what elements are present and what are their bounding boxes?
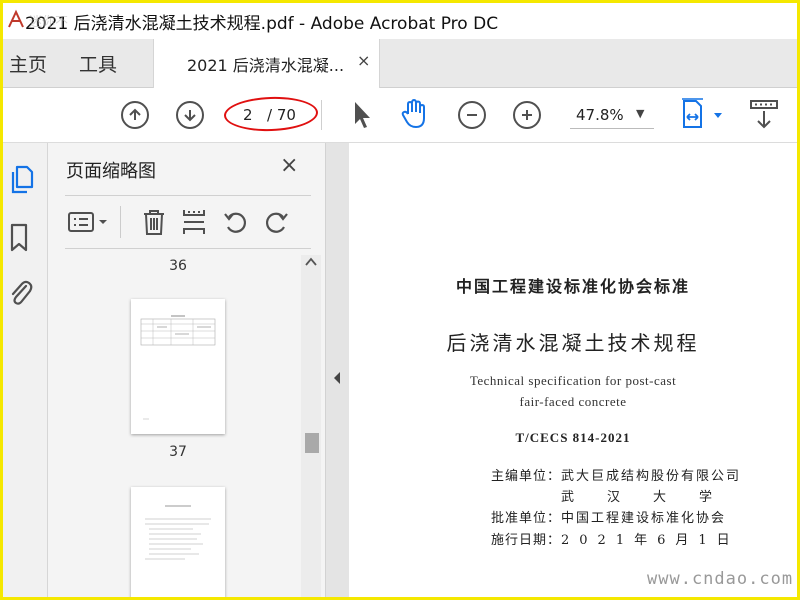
rotate-ccw-icon xyxy=(224,212,247,233)
tab-tools[interactable]: 工具 xyxy=(79,50,117,77)
plus-icon xyxy=(522,110,532,120)
panel-toolbar-divider xyxy=(120,206,121,238)
thumbnail-preview xyxy=(145,505,211,560)
approver-row: 批准单位：中国工程建设标准化协会 xyxy=(491,507,726,526)
thumbnail-options-button[interactable] xyxy=(67,208,113,236)
document-title: 后浇清水混凝土技术规程 xyxy=(446,331,700,355)
approver-label: 批准单位： xyxy=(491,511,562,526)
hand-icon xyxy=(401,99,425,128)
rotate-left-button[interactable] xyxy=(222,208,250,236)
trash-icon xyxy=(144,210,164,235)
insert-page-icon xyxy=(183,210,205,234)
delete-pages-button[interactable] xyxy=(140,208,168,236)
total-pages: / 70 xyxy=(267,106,296,124)
document-english-title-line2: fair-faced concrete xyxy=(519,394,627,409)
window-title: 2021 后浇清水混凝土技术规程.pdf - Adobe Acrobat Pro… xyxy=(25,14,499,34)
watermark-bottom-right: www.cndao.com xyxy=(647,569,794,589)
zoom-value: 47.8% xyxy=(576,106,624,124)
tab-home[interactable]: 主页 xyxy=(9,50,47,77)
acrobat-window: 2021 后浇清水混凝土技术规程.pdf - Adobe Acrobat Pro… xyxy=(3,3,797,597)
rotate-right-button[interactable] xyxy=(262,208,290,236)
thumbnails-toolbar xyxy=(65,195,311,249)
fit-page-button[interactable] xyxy=(681,97,725,135)
insert-pages-button[interactable] xyxy=(180,208,208,236)
copy-pages-icon xyxy=(11,165,34,194)
approver-value: 中国工程建设标准化协会 xyxy=(561,511,727,526)
tab-document-label: 2021 后浇清水混凝... xyxy=(187,56,345,75)
fit-width-icon xyxy=(682,98,722,128)
page-label-37: 37 xyxy=(169,444,187,460)
page-number-field[interactable]: 2 / 70 xyxy=(223,95,319,133)
tab-close-icon[interactable]: × xyxy=(357,51,370,70)
thumbnail-preview xyxy=(140,315,216,420)
current-page-input[interactable]: 2 xyxy=(243,106,253,124)
panel-close-icon[interactable]: × xyxy=(280,153,298,178)
minus-icon xyxy=(467,114,477,116)
collapse-panel-icon[interactable] xyxy=(332,371,342,388)
page-label-36: 36 xyxy=(169,258,187,274)
page-thumbnails-button[interactable] xyxy=(8,165,34,195)
effective-date-value: 2021年6月1日 xyxy=(561,533,740,548)
editor-row-2: 武汉大学 xyxy=(561,486,745,505)
editor-row: 主编单位：武大巨成结构股份有限公司 xyxy=(491,465,741,484)
main-toolbar: 2 / 70 47.8% ▼ xyxy=(3,88,797,143)
document-organization: 中国工程建设标准化协会标准 xyxy=(455,277,690,296)
panel-splitter[interactable] xyxy=(325,143,350,597)
toolbar-divider xyxy=(321,100,322,130)
editor-value-2: 武汉大学 xyxy=(561,490,746,505)
scroll-mode-button[interactable] xyxy=(749,99,779,135)
zoom-in-button[interactable] xyxy=(513,101,541,129)
thumbnail-page-38[interactable] xyxy=(131,487,225,597)
arrow-up-icon xyxy=(129,108,141,120)
watermark-top-left: 迷你不 xyxy=(29,15,69,30)
tab-bar: 主页 工具 2021 后浇清水混凝... × xyxy=(3,39,797,88)
page-scroll-icon xyxy=(750,100,778,129)
scrollbar-thumb[interactable] xyxy=(305,433,319,453)
attachments-button[interactable] xyxy=(8,278,34,308)
editor-label: 主编单位： xyxy=(491,469,562,484)
next-page-button[interactable] xyxy=(176,101,204,129)
zoom-dropdown[interactable]: 47.8% ▼ xyxy=(570,102,654,129)
options-menu-icon xyxy=(68,212,107,232)
bookmark-icon xyxy=(10,223,28,252)
document-view[interactable]: 中国工程建设标准化协会标准 后浇清水混凝土技术规程 Technical spec… xyxy=(349,143,797,597)
title-bar: 2021 后浇清水混凝土技术规程.pdf - Adobe Acrobat Pro… xyxy=(3,3,797,39)
previous-page-button[interactable] xyxy=(121,101,149,129)
thumbnail-list: 36 37 xyxy=(65,255,311,597)
document-english-title-line1: Technical specification for post-cast xyxy=(469,373,677,388)
effective-date-row: 施行日期：2021年6月1日 xyxy=(491,529,740,548)
editor-value-1: 武大巨成结构股份有限公司 xyxy=(561,469,742,484)
paperclip-icon xyxy=(11,280,33,305)
chevron-down-icon: ▼ xyxy=(636,107,645,120)
scroll-up-icon[interactable] xyxy=(305,257,317,270)
cursor-arrow-icon xyxy=(355,102,370,128)
hand-tool-button[interactable] xyxy=(400,98,430,134)
rotate-cw-icon xyxy=(265,212,288,233)
panel-title: 页面缩略图 xyxy=(66,161,156,182)
document-standard-code: T/CECS 814-2021 xyxy=(515,430,631,445)
bookmarks-button[interactable] xyxy=(8,223,34,253)
effective-date-label: 施行日期： xyxy=(491,533,562,548)
zoom-out-button[interactable] xyxy=(458,101,486,129)
page-thumbnails-panel: 页面缩略图 × 36 37 xyxy=(48,143,325,597)
thumbnail-page-37[interactable] xyxy=(131,299,225,434)
navigation-rail xyxy=(3,143,48,597)
tab-document[interactable]: 2021 后浇清水混凝... × xyxy=(153,39,380,88)
arrow-down-icon xyxy=(184,110,196,122)
thumbnail-scrollbar[interactable] xyxy=(301,255,321,597)
select-tool-button[interactable] xyxy=(351,100,373,134)
